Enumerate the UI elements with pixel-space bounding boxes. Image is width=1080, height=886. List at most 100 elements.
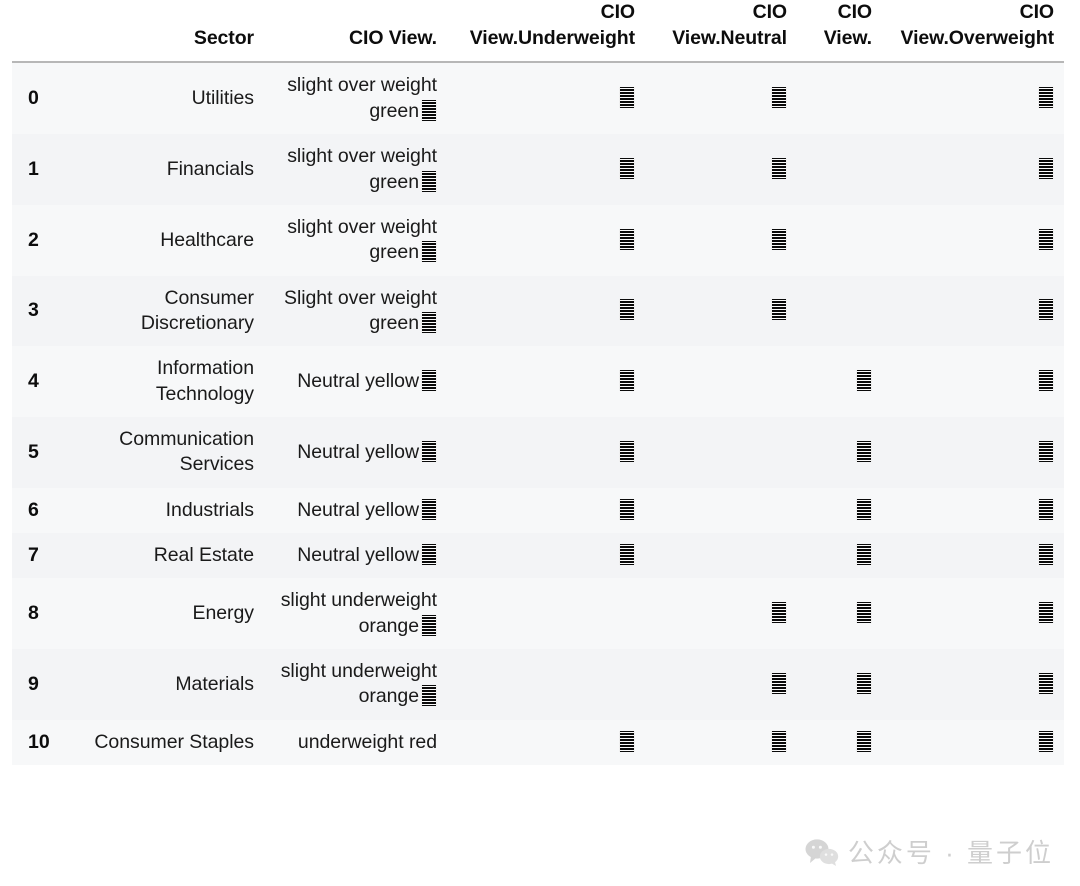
table-cell-glyph [882,204,1064,276]
table-cell-sector: Industrials [70,487,264,533]
table-header-row: Sector CIO View. CIO View.Underweight CI… [12,0,1064,64]
table-cell-glyph [447,346,645,417]
row-index: 5 [12,416,70,488]
table-cell-sector: Communication Services [70,416,264,488]
table-cell-sector: Real Estate [70,532,264,579]
table-cell-cio-view: slight over weight green [264,204,447,276]
table-cell-glyph [645,719,797,765]
table-cell-glyph [797,719,882,765]
table-cell-glyph [797,416,882,488]
column-header-cio-view-overweight[interactable]: CIO View.Overweight [882,0,1064,64]
table-row[interactable]: 9 Materials slight underweight orange [12,648,1064,720]
cio-view-label-with-icon: green [369,241,437,263]
striped-box-icon [1038,87,1054,109]
table-cell-empty [645,346,797,417]
table-cell-sector: Materials [70,648,264,720]
cio-view-label-with-icon: orange [359,685,437,707]
striped-box-icon [619,498,635,520]
row-index: 8 [12,578,70,649]
table-cell-empty [797,275,882,347]
table-cell-glyph [645,578,797,649]
table-cell-empty [645,532,797,579]
table-row[interactable]: 5 Communication Services Neutral yellow [12,416,1064,488]
row-index: 7 [12,532,70,579]
table-cell-glyph [447,487,645,533]
table-cell-sector: Utilities [70,62,264,135]
striped-box-icon [619,369,635,391]
row-index: 9 [12,648,70,720]
table-cell-glyph [882,416,1064,488]
striped-box-icon [771,87,787,109]
striped-box-icon [421,99,437,121]
table-cell-glyph [447,134,645,205]
table-header: Sector CIO View. CIO View.Underweight CI… [12,0,1064,64]
table-cell-empty [447,578,645,649]
table-row[interactable]: 3 Consumer Discretionary Slight over weigh… [12,275,1064,347]
table-cell-glyph [645,134,797,205]
table-cell-sector: Consumer Discretionary [70,275,264,347]
striped-box-icon [1038,730,1054,752]
table-row[interactable]: 1 Financials slight over weight green [12,134,1064,205]
table-cell-glyph [447,532,645,579]
striped-box-icon [1038,601,1054,623]
table-cell-glyph [645,204,797,276]
striped-box-icon [856,369,872,391]
cio-view-label-with-icon: yellow [365,498,437,521]
cio-view-label-with-icon: yellow [365,543,437,566]
table-row[interactable]: 7 Real Estate Neutral yellow [12,532,1064,579]
table-row[interactable]: 6 Industrials Neutral yellow [12,487,1064,533]
cio-view-table: Sector CIO View. CIO View.Underweight CI… [12,0,1064,765]
table-cell-glyph [645,275,797,347]
table-cell-cio-view: Neutral yellow [264,416,447,488]
table-cell-sector: Information Technology [70,346,264,417]
cio-view-label-with-icon: green [369,99,437,122]
striped-box-icon [1038,228,1054,250]
striped-box-icon [1038,672,1054,694]
column-header-index[interactable] [12,0,70,64]
striped-box-icon [771,299,787,321]
table-cell-glyph [645,648,797,720]
column-header-cio-view-underweight[interactable]: CIO View.Underweight [447,0,645,64]
striped-box-icon [421,241,437,263]
table-row[interactable]: 10 Consumer Staples underweight red [12,719,1064,765]
row-index: 6 [12,487,70,533]
striped-box-icon [856,440,872,462]
striped-box-icon [856,543,872,565]
row-index: 3 [12,275,70,347]
table-cell-empty [645,416,797,488]
table-cell-glyph [797,578,882,649]
striped-box-icon [619,87,635,109]
column-header-cio-view[interactable]: CIO View. [264,0,447,64]
table-cell-glyph [882,134,1064,205]
row-index: 4 [12,346,70,417]
column-header-cio-view-blank[interactable]: CIO View. [797,0,882,64]
striped-box-icon [771,730,787,752]
cio-view-label-with-icon: green [369,170,437,193]
striped-box-icon [856,498,872,520]
striped-box-icon [421,614,437,636]
cio-view-label-with-icon: yellow [365,440,437,463]
table-row[interactable]: 8 Energy slight underweight orange [12,578,1064,649]
striped-box-icon [421,311,437,333]
table-cell-glyph [797,532,882,579]
striped-box-icon [856,730,872,752]
table-cell-glyph [882,578,1064,649]
striped-box-icon [771,672,787,694]
striped-box-icon [771,228,787,250]
dataframe-container: Sector CIO View. CIO View.Underweight CI… [12,0,1064,886]
table-body: 0 Utilities slight over weight green 1 Finan… [12,62,1064,765]
table-row[interactable]: 2 Healthcare slight over weight green [12,204,1064,276]
table-cell-glyph [645,62,797,135]
table-cell-glyph [882,275,1064,347]
column-header-sector[interactable]: Sector [70,0,264,64]
table-cell-glyph [882,532,1064,579]
column-header-cio-view-neutral[interactable]: CIO View.Neutral [645,0,797,64]
table-cell-empty [645,487,797,533]
striped-box-icon [1038,369,1054,391]
table-row[interactable]: 4 Information Technology Neutral yellow [12,346,1064,417]
table-cell-empty [447,648,645,720]
table-cell-empty [797,62,882,135]
table-row[interactable]: 0 Utilities slight over weight green [12,62,1064,135]
table-cell-glyph [882,648,1064,720]
table-cell-glyph [447,62,645,135]
